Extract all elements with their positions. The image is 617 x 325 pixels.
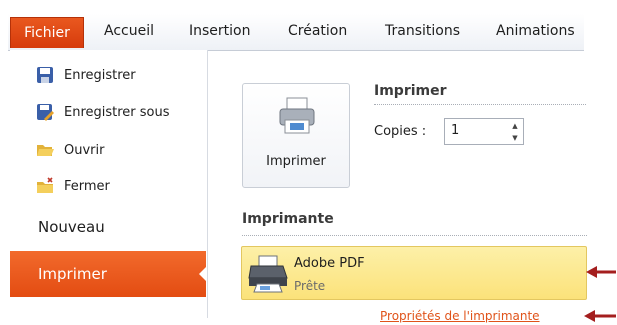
tab-animations[interactable]: Animations (496, 23, 575, 39)
menu-item-label: Enregistrer sous (64, 104, 170, 120)
print-button[interactable]: Imprimer (242, 83, 350, 188)
menu-item-nouveau[interactable]: Nouveau (38, 218, 105, 236)
backstage-menu: Enregistrer Enregistrer sous Ouvrir Ferm… (10, 50, 208, 318)
menu-item-label: Enregistrer (64, 67, 136, 83)
menu-item-label: Fermer (64, 178, 110, 194)
tab-fichier[interactable]: Fichier (10, 17, 84, 48)
print-section-title: Imprimer (374, 83, 447, 99)
tab-accueil[interactable]: Accueil (104, 23, 154, 39)
annotation-arrow-properties-icon (584, 310, 616, 322)
powerpoint-backstage-print: Accueil Insertion Création Transitions A… (0, 0, 617, 325)
printer-device-icon (247, 254, 289, 298)
printer-status: Prête (294, 279, 326, 293)
copies-stepper[interactable]: 1 ▲ ▼ (444, 118, 524, 145)
active-notch (199, 266, 207, 282)
printer-selector[interactable]: Adobe PDF Prête (241, 246, 587, 300)
printer-name: Adobe PDF (294, 256, 365, 271)
save-icon (36, 66, 54, 84)
printer-section-title: Imprimante (242, 211, 334, 227)
menu-item-label: Ouvrir (64, 142, 105, 158)
print-button-label: Imprimer (266, 154, 326, 169)
menu-item-imprimer-label: Imprimer (38, 265, 107, 283)
tab-creation[interactable]: Création (288, 23, 347, 39)
save-as-icon (36, 103, 54, 121)
copies-label: Copies : (374, 124, 427, 139)
close-folder-icon (36, 177, 54, 195)
menu-item-ouvrir[interactable]: Ouvrir (10, 138, 104, 162)
menu-item-enregistrer-sous[interactable]: Enregistrer sous (10, 100, 170, 124)
printer-icon (277, 96, 317, 140)
ribbon-tab-bar: Accueil Insertion Création Transitions A… (8, 14, 584, 51)
printer-properties-link[interactable]: Propriétés de l'imprimante (380, 309, 540, 323)
increment-arrow-icon[interactable]: ▲ (509, 120, 521, 131)
print-section-divider (374, 104, 586, 105)
decrement-arrow-icon[interactable]: ▼ (509, 132, 521, 143)
menu-item-imprimer[interactable]: Imprimer (10, 251, 207, 297)
annotation-arrow-printer-icon (586, 266, 616, 278)
copies-value[interactable]: 1 (451, 123, 459, 138)
tab-insertion[interactable]: Insertion (189, 23, 250, 39)
tab-transitions[interactable]: Transitions (385, 23, 460, 39)
menu-item-fermer[interactable]: Fermer (10, 174, 110, 198)
printer-section-divider (242, 235, 587, 236)
open-folder-icon (36, 141, 54, 159)
menu-item-enregistrer[interactable]: Enregistrer (10, 63, 136, 87)
